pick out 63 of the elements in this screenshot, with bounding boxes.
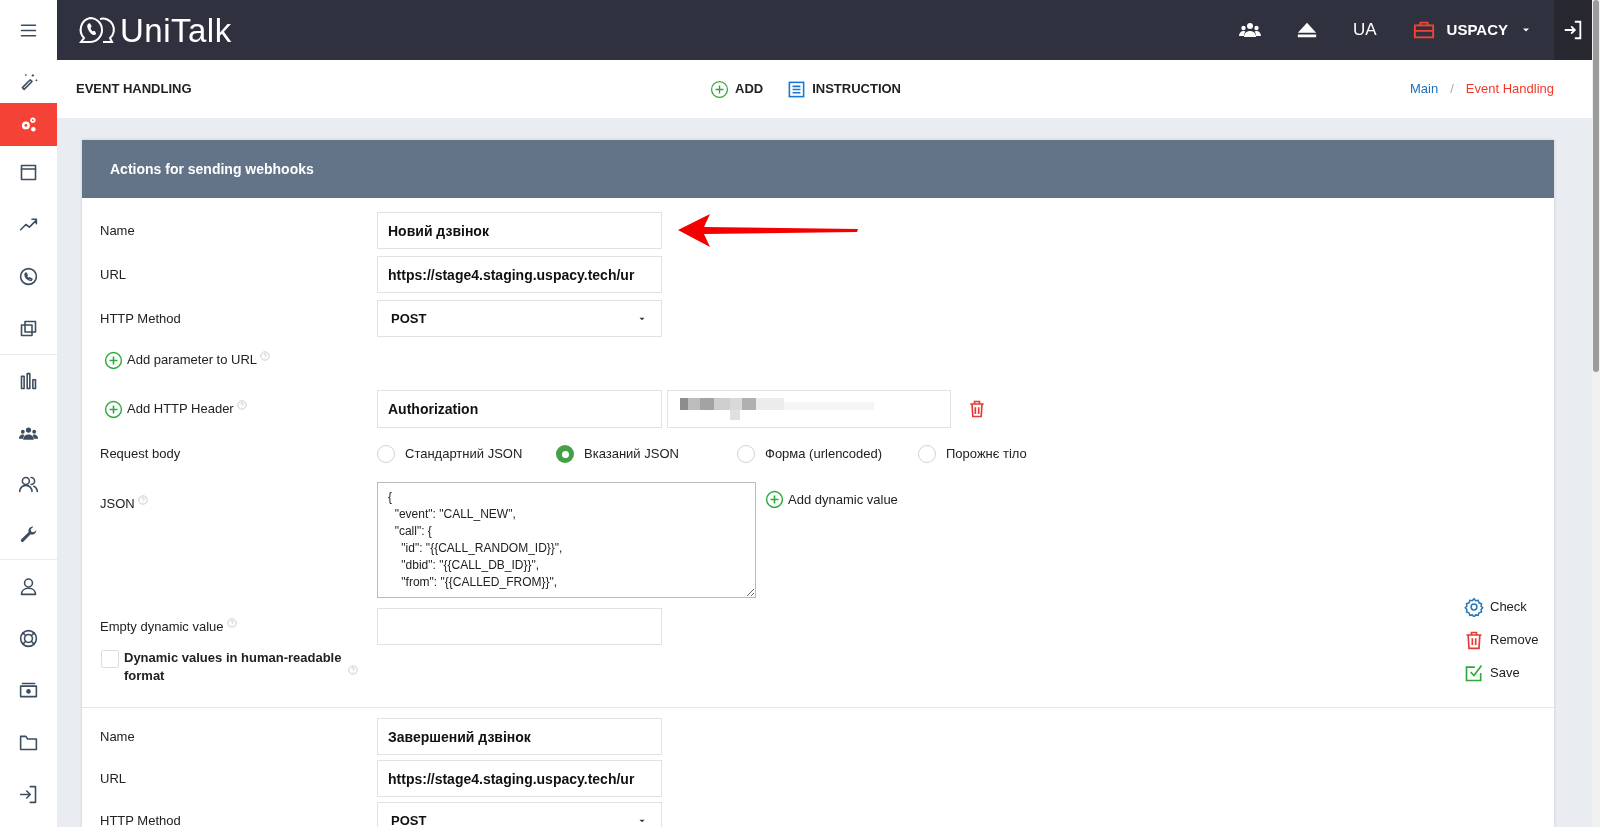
field-label: URL <box>100 265 126 284</box>
method-select[interactable]: POST <box>377 802 662 827</box>
field-label: HTTP Method <box>100 811 181 827</box>
field-label: Name <box>100 727 135 746</box>
radio-label: Вказаний JSON <box>584 445 679 464</box>
logout-icon <box>1562 19 1584 41</box>
remove-button[interactable]: Remove <box>1464 628 1552 652</box>
radio-button[interactable] <box>737 445 755 463</box>
radio-label: Форма (urlencoded) <box>765 445 883 464</box>
breadcrumb-link[interactable]: Main <box>1410 79 1439 99</box>
header-add-button[interactable]: ADD <box>710 79 764 99</box>
text-field[interactable]: https://stage4.staging.uspacy.tech/ur <box>377 256 662 293</box>
bar-chart-icon <box>18 370 39 392</box>
text-field[interactable] <box>377 608 662 645</box>
radio-label: Порожнє тіло <box>946 445 1027 464</box>
add-dynamic-value-button[interactable]: Add dynamic value <box>765 490 898 510</box>
field-label: Request body <box>100 445 181 464</box>
field-label: HTTP Method <box>100 309 181 328</box>
field-label: URL <box>100 769 126 788</box>
language-code: UA <box>1352 19 1377 42</box>
radio-button[interactable] <box>377 445 395 463</box>
plus-icon <box>765 490 784 510</box>
radio-label: Стандартний JSON <box>405 445 523 464</box>
user-icon <box>18 575 39 597</box>
page-title: EVENT HANDLING <box>76 80 193 99</box>
checkbox[interactable] <box>101 650 119 668</box>
field-label: JSON <box>100 495 135 513</box>
lifebuoy-icon <box>18 627 39 649</box>
breadcrumb-separator: / <box>1450 80 1454 99</box>
check-button[interactable]: Check <box>1464 595 1552 619</box>
plus-icon <box>104 399 123 419</box>
radio-button[interactable] <box>556 445 574 463</box>
add-header-button[interactable]: Add HTTP Header <box>104 399 234 419</box>
json-editor[interactable]: { "event": "CALL_NEW", "call": { "id": "{{CALL_RANDOM_ID}}", "dbid": "{{CALL_DB_ID}}", "from": "{{CALLED_FROM}}", <box>377 482 756 598</box>
header-instruction-button[interactable]: INSTRUCTION <box>787 79 901 99</box>
phone-icon <box>18 265 39 287</box>
gear-icon <box>1464 597 1484 617</box>
breadcrumb-link[interactable]: Event Handling <box>1465 79 1554 99</box>
trash-icon[interactable] <box>967 399 987 419</box>
field-label: Empty dynamic value <box>100 617 224 636</box>
radio-button[interactable] <box>918 445 936 463</box>
plus-icon <box>710 79 729 99</box>
trash-icon <box>1464 630 1484 650</box>
add-parameter-button[interactable]: Add parameter to URL <box>104 350 258 370</box>
list-icon <box>787 79 807 99</box>
card-title: Actions for sending webhooks <box>110 159 314 179</box>
briefcase-icon <box>1412 19 1435 41</box>
login-icon <box>18 783 39 805</box>
method-select[interactable]: POST <box>377 300 662 337</box>
name-field[interactable]: Завершений дзвінок <box>377 718 662 755</box>
text-field[interactable]: https://stage4.staging.uspacy.tech/ur <box>377 760 662 797</box>
header-name-field[interactable]: Authorization <box>377 390 662 428</box>
company-dropdown[interactable]: USPACY <box>1446 18 1532 42</box>
field-label: Name <box>100 221 135 240</box>
plus-icon <box>104 350 123 370</box>
name-field[interactable]: Новий дзвінок <box>377 212 662 249</box>
checkbox-label: Dynamic values in human-readable format <box>124 649 343 685</box>
checkmark-icon <box>1464 663 1484 683</box>
scrollbar[interactable] <box>1592 0 1600 827</box>
save-button[interactable]: Save <box>1464 661 1552 685</box>
logout-button[interactable] <box>1554 0 1592 60</box>
header-value-field[interactable] <box>667 390 951 428</box>
logo-text: UniTalk <box>120 13 232 47</box>
